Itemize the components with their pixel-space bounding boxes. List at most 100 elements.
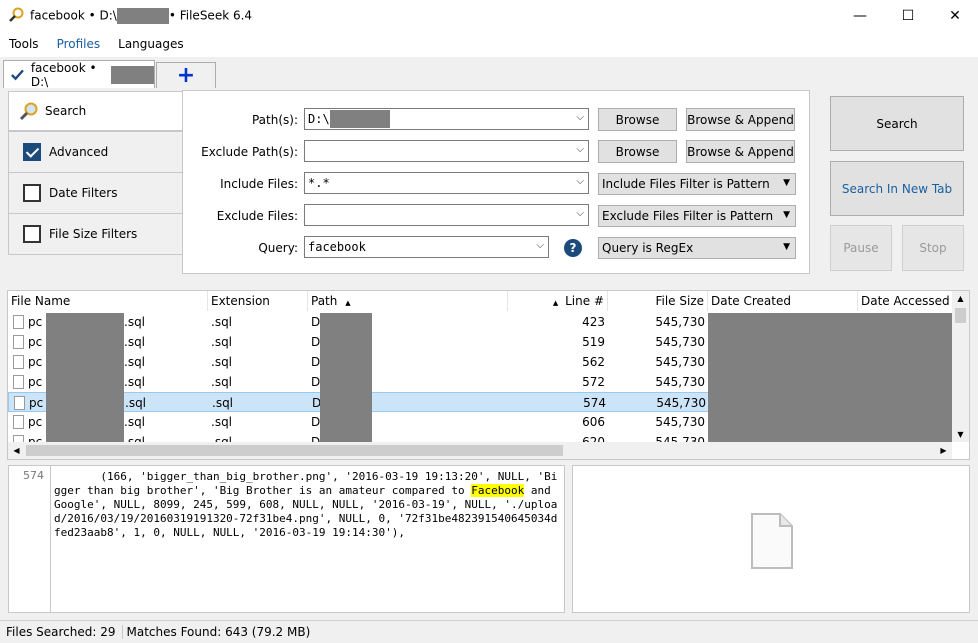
sort-up-icon: ▲ <box>552 299 559 307</box>
include-files-value: *.* <box>308 176 330 190</box>
scrollbar-thumb[interactable] <box>26 445 563 456</box>
tab-label: facebook • D:\ <box>30 60 97 89</box>
column-header-date-created[interactable]: Date Created <box>708 291 858 311</box>
scroll-up-icon[interactable]: ▲ <box>952 292 969 306</box>
file-name-suffix-cell: .sql <box>124 375 146 389</box>
column-header-line[interactable]: ▲ Line # <box>508 291 608 311</box>
search-new-tab-button[interactable]: Search In New Tab <box>830 161 964 216</box>
file-name-suffix-cell: .sql <box>124 415 146 429</box>
include-files-input[interactable]: *.* ⌵ <box>304 172 589 194</box>
advanced-checkbox[interactable] <box>23 143 41 161</box>
maximize-button[interactable]: ☐ <box>885 0 931 31</box>
paths-input[interactable]: D:\ ⌵ <box>304 108 589 130</box>
exclude-paths-label: Exclude Path(s): <box>201 145 298 159</box>
scrollbar-thumb[interactable] <box>955 308 966 323</box>
sidebar-advanced-label: Advanced <box>49 145 109 159</box>
redacted-block <box>116 8 169 24</box>
browse-append-exclude-button[interactable]: Browse & Append <box>686 140 795 163</box>
column-header-path[interactable]: Path ▲ <box>308 291 508 311</box>
file-icon <box>13 375 24 389</box>
sidebar-item-search[interactable]: Search <box>8 91 183 131</box>
query-value: facebook <box>308 240 366 254</box>
file-size-cell: 545,730 <box>655 355 705 369</box>
menu-bar: Tools Profiles Languages <box>0 31 978 57</box>
menu-tools[interactable]: Tools <box>0 31 48 57</box>
browse-paths-button[interactable]: Browse <box>598 108 677 131</box>
browse-append-paths-button[interactable]: Browse & Append <box>686 108 795 131</box>
window-title: facebook • D:\ • FileSeek 6.4 <box>30 8 252 24</box>
file-size-filters-checkbox[interactable] <box>23 225 41 243</box>
paths-value: D:\ <box>308 112 330 126</box>
exclude-mode-select[interactable]: Exclude Files Filter is Pattern ▼ <box>598 205 796 227</box>
path-header-label: Path <box>311 294 338 308</box>
sidebar-item-advanced[interactable]: Advanced <box>8 131 183 173</box>
title-text-prefix: facebook • D:\ <box>30 8 117 23</box>
redacted-block <box>708 313 952 446</box>
sidebar-item-file-size-filters[interactable]: File Size Filters <box>8 213 183 255</box>
help-icon[interactable]: ? <box>564 239 582 257</box>
include-mode-value: Include Files Filter is Pattern <box>602 177 770 191</box>
file-size-cell: 545,730 <box>655 315 705 329</box>
chevron-down-icon[interactable]: ⌵ <box>576 112 584 123</box>
file-size-cell: 545,730 <box>655 335 705 349</box>
chevron-down-icon[interactable]: ⌵ <box>576 176 584 187</box>
sidebar-date-filters-label: Date Filters <box>49 186 118 200</box>
column-header-file-size[interactable]: File Size <box>608 291 708 311</box>
redacted-block <box>320 313 372 446</box>
file-name-suffix-cell: .sql <box>124 355 146 369</box>
browse-exclude-button[interactable]: Browse <box>598 140 677 163</box>
preview-line-number: 574 <box>23 469 44 482</box>
query-mode-select[interactable]: Query is RegEx ▼ <box>598 237 796 259</box>
chevron-down-icon[interactable]: ⌵ <box>536 240 544 251</box>
query-input[interactable]: facebook ⌵ <box>304 236 549 258</box>
preview-match-highlight: Facebook <box>471 484 525 497</box>
stop-button[interactable]: Stop <box>902 225 964 271</box>
plus-icon: + <box>176 62 196 88</box>
scroll-down-icon[interactable]: ▼ <box>952 428 969 442</box>
title-text-suffix: • FileSeek 6.4 <box>168 8 253 23</box>
sidebar-item-date-filters[interactable]: Date Filters <box>8 172 183 214</box>
file-icon <box>14 396 25 410</box>
results-vertical-scrollbar[interactable]: ▲ ▼ <box>952 291 969 442</box>
scroll-right-icon[interactable]: ▶ <box>935 442 952 459</box>
search-button[interactable]: Search <box>830 96 964 151</box>
column-header-file-name[interactable]: File Name <box>8 291 208 311</box>
pause-button[interactable]: Pause <box>830 225 892 271</box>
preview-code: (166, 'bigger_than_big_brother.png', '20… <box>54 470 559 540</box>
file-size-cell: 545,730 <box>656 396 706 410</box>
redacted-block <box>329 110 390 128</box>
file-icon <box>13 315 24 329</box>
scroll-left-icon[interactable]: ◀ <box>8 442 25 459</box>
chevron-down-icon[interactable]: ⌵ <box>576 144 584 155</box>
file-name-suffix-cell: .sql <box>124 315 146 329</box>
dropdown-arrow-icon: ▼ <box>783 178 790 188</box>
chevron-down-icon[interactable]: ⌵ <box>576 208 584 219</box>
line-cell: 562 <box>582 355 605 369</box>
column-header-extension[interactable]: Extension <box>208 291 308 311</box>
extension-cell: .sql <box>211 355 233 369</box>
minimize-button[interactable]: — <box>837 0 883 31</box>
redacted-block <box>46 313 124 446</box>
date-filters-checkbox[interactable] <box>23 184 41 202</box>
menu-profiles[interactable]: Profiles <box>48 31 110 57</box>
file-size-cell: 545,730 <box>655 415 705 429</box>
file-icon <box>13 415 24 429</box>
file-name-suffix-cell: .sql <box>124 335 146 349</box>
include-mode-select[interactable]: Include Files Filter is Pattern ▼ <box>598 173 796 195</box>
exclude-paths-input[interactable]: ⌵ <box>304 140 589 162</box>
results-horizontal-scrollbar[interactable]: ◀ ▶ <box>8 442 952 459</box>
extension-cell: .sql <box>211 315 233 329</box>
column-header-date-accessed[interactable]: Date Accessed <box>858 291 953 311</box>
line-cell: 423 <box>582 315 605 329</box>
file-preview-pane <box>572 465 970 613</box>
close-button[interactable]: ✕ <box>932 0 978 31</box>
title-bar: facebook • D:\ • FileSeek 6.4 — ☐ ✕ <box>0 0 978 31</box>
magnifier-icon <box>19 102 38 121</box>
menu-languages[interactable]: Languages <box>109 31 192 57</box>
sidebar-file-size-filters-label: File Size Filters <box>49 227 138 241</box>
files-searched-status: Files Searched: 29 <box>0 625 123 639</box>
tab-facebook[interactable]: facebook • D:\ <box>3 60 155 89</box>
exclude-files-input[interactable]: ⌵ <box>304 204 589 226</box>
new-tab-button[interactable]: + <box>156 62 216 88</box>
line-cell: 519 <box>582 335 605 349</box>
